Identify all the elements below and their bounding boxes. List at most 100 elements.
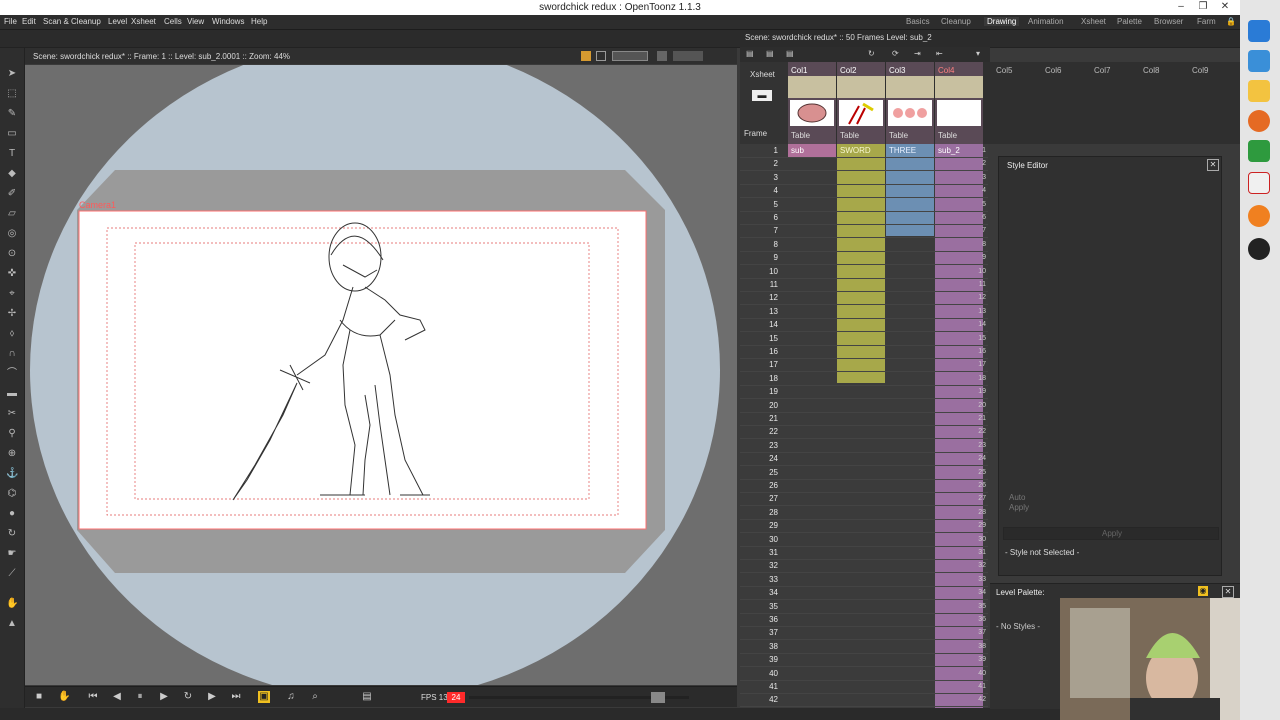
- pinch-tool-icon[interactable]: ✢: [6, 308, 18, 320]
- skeleton-tool-icon[interactable]: ⚲: [6, 428, 18, 440]
- frame-row[interactable]: 19 19: [740, 385, 988, 400]
- menu-help[interactable]: Help: [251, 17, 267, 26]
- restore-button[interactable]: ❐: [1192, 1, 1214, 14]
- room-tab-xsheet[interactable]: Xsheet: [1081, 17, 1106, 26]
- frame-row[interactable]: 16 16: [740, 345, 988, 359]
- room-tab-browser[interactable]: Browser: [1154, 17, 1183, 26]
- finger-tool-icon[interactable]: ☛: [6, 548, 18, 560]
- room-tab-farm[interactable]: Farm: [1197, 17, 1216, 26]
- field-guide-icon[interactable]: [657, 51, 667, 61]
- frame-row[interactable]: 11: [740, 144, 988, 158]
- frame-row[interactable]: 39 39: [740, 653, 988, 668]
- filter-icon[interactable]: ▾: [976, 49, 980, 58]
- frame-row[interactable]: 27 27: [740, 492, 988, 507]
- frame-row[interactable]: 24 24: [740, 452, 988, 467]
- apply-button[interactable]: Apply: [1003, 527, 1219, 540]
- menu-edit[interactable]: Edit: [22, 17, 36, 26]
- type-tool-icon[interactable]: T: [6, 148, 18, 160]
- frame-row[interactable]: 11 11: [740, 278, 988, 292]
- blender-icon[interactable]: [1248, 205, 1270, 227]
- frame-row[interactable]: 99: [740, 251, 988, 266]
- pegbar-label[interactable]: Table: [791, 131, 810, 140]
- menu-file[interactable]: File: [4, 17, 17, 26]
- safe-area-icon[interactable]: [612, 51, 648, 61]
- new-toonz-level-icon[interactable]: ▤: [766, 49, 774, 58]
- menu-view[interactable]: View: [187, 17, 204, 26]
- frame-row[interactable]: 77: [740, 224, 988, 239]
- control-point-icon[interactable]: ⌖: [6, 288, 18, 300]
- xsheet-tab[interactable]: Xsheet: [750, 70, 775, 79]
- frame-row[interactable]: 23 23: [740, 439, 988, 453]
- frame-row[interactable]: 42 42: [740, 693, 988, 708]
- new-raster-level-icon[interactable]: ▤: [786, 49, 794, 58]
- minimize-button[interactable]: –: [1170, 1, 1192, 14]
- store-icon[interactable]: [1248, 50, 1270, 72]
- camera-column-icon[interactable]: ▬: [752, 90, 772, 101]
- stop-icon[interactable]: ■: [33, 691, 45, 703]
- pegbar-label[interactable]: Table: [840, 131, 859, 140]
- camera-view-icon[interactable]: [673, 51, 703, 61]
- column-name-col7[interactable]: Col7: [1094, 66, 1110, 75]
- frame-row[interactable]: 22: [740, 157, 988, 172]
- frame-row[interactable]: 55: [740, 198, 988, 212]
- room-tab-palette[interactable]: Palette: [1117, 17, 1142, 26]
- rgb-picker-icon[interactable]: ✜: [6, 268, 18, 280]
- column-name-col5[interactable]: Col5: [996, 66, 1012, 75]
- apply-small-label[interactable]: Apply: [1009, 503, 1029, 512]
- frame-row[interactable]: 88: [740, 238, 988, 252]
- viewer-canvas[interactable]: Camera1: [25, 65, 737, 685]
- frame-row[interactable]: 35 35: [740, 600, 988, 614]
- pen-app-icon[interactable]: [1248, 172, 1270, 194]
- frame-row[interactable]: 36 36: [740, 613, 988, 627]
- menu-cells[interactable]: Cells: [164, 17, 182, 26]
- frame-row[interactable]: 17 17: [740, 358, 988, 373]
- room-tab-basics[interactable]: Basics: [906, 17, 930, 26]
- reframe-icon[interactable]: ↻: [868, 49, 875, 58]
- close-button[interactable]: ✕: [1214, 1, 1236, 14]
- column-toggles[interactable]: [935, 76, 983, 98]
- column-name-col9[interactable]: Col9: [1192, 66, 1208, 75]
- onion-skin-icon[interactable]: ▣: [258, 691, 270, 703]
- menu-xsheet[interactable]: Xsheet: [131, 17, 156, 26]
- preview-icon[interactable]: [596, 51, 606, 61]
- room-tab-cleanup[interactable]: Cleanup: [941, 17, 971, 26]
- frame-row[interactable]: 40 40: [740, 667, 988, 681]
- pause-icon[interactable]: ⏸: [134, 691, 146, 703]
- next-frame-icon[interactable]: ▶: [206, 691, 218, 703]
- menu-level[interactable]: Level: [108, 17, 127, 26]
- frame-row[interactable]: 44: [740, 184, 988, 199]
- zoom-icon[interactable]: ⌕: [309, 691, 321, 703]
- ie-icon[interactable]: [1248, 20, 1270, 42]
- frame-row[interactable]: 32 32: [740, 559, 988, 574]
- rotate-tool-icon[interactable]: ↻: [6, 528, 18, 540]
- remove-icon[interactable]: ⇤: [936, 49, 943, 58]
- auto-label[interactable]: Auto: [1009, 493, 1025, 502]
- column-name-col8[interactable]: Col8: [1143, 66, 1159, 75]
- frame-row[interactable]: 15 15: [740, 332, 988, 346]
- column-header-col3[interactable]: Col3 Table: [886, 62, 934, 144]
- frame-row[interactable]: 41 41: [740, 680, 988, 694]
- pegbar-label[interactable]: Table: [938, 131, 957, 140]
- pump-tool-icon[interactable]: ⬨: [6, 328, 18, 340]
- room-tab-drawing[interactable]: Drawing: [984, 17, 1020, 26]
- freeze-palette-icon[interactable]: ◉: [1198, 586, 1208, 596]
- hook-tool-icon[interactable]: ⚓: [6, 468, 18, 480]
- obs-icon[interactable]: [1248, 238, 1270, 260]
- fill-tool-icon[interactable]: ◆: [6, 168, 18, 180]
- pegbar-label[interactable]: Table: [889, 131, 908, 140]
- ruler-tool-icon[interactable]: ⟋: [6, 568, 18, 580]
- firefox-icon[interactable]: [1248, 110, 1270, 132]
- last-frame-icon[interactable]: ⏭: [230, 691, 242, 703]
- menu-scan-cleanup[interactable]: Scan & Cleanup: [43, 17, 101, 26]
- folder-icon[interactable]: [1248, 80, 1270, 102]
- menu-windows[interactable]: Windows: [212, 17, 244, 26]
- column-name-col6[interactable]: Col6: [1045, 66, 1061, 75]
- frame-row[interactable]: 31 31: [740, 546, 988, 560]
- insert-icon[interactable]: ⇥: [914, 49, 921, 58]
- frame-row[interactable]: 13 13: [740, 305, 988, 319]
- frame-row[interactable]: 28 28: [740, 506, 988, 520]
- frame-row[interactable]: 20 20: [740, 399, 988, 413]
- more-tools-icon[interactable]: ▲: [6, 618, 18, 630]
- column-header-col4[interactable]: Col4 Table: [935, 62, 983, 144]
- new-vector-level-icon[interactable]: ▤: [746, 49, 754, 58]
